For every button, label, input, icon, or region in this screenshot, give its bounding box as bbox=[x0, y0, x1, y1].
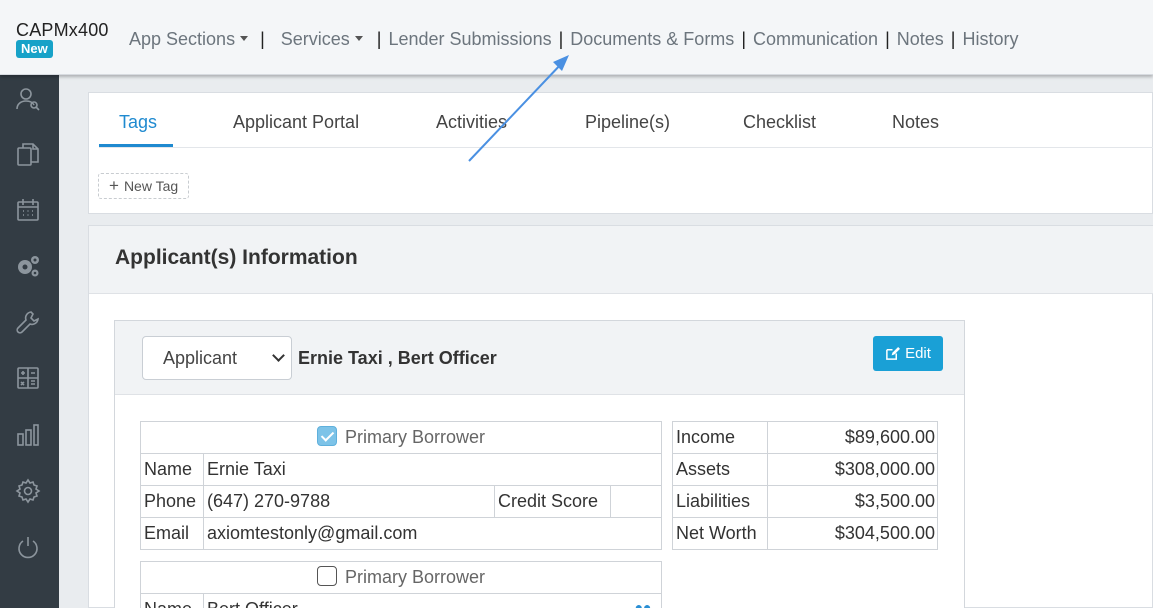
assets-value: $308,000.00 bbox=[767, 453, 938, 486]
name-label: Name bbox=[140, 593, 204, 608]
name-value: Bert Officer ●● bbox=[203, 593, 662, 608]
applicant-box: Applicant Ernie Taxi , Bert Officer Edit… bbox=[114, 320, 965, 608]
nav-communication[interactable]: Communication bbox=[753, 29, 878, 50]
wrench-icon[interactable] bbox=[13, 307, 43, 337]
phone-label: Phone bbox=[140, 485, 204, 518]
tabs-card: Tags Applicant Portal Activities Pipelin… bbox=[88, 92, 1153, 214]
applicant-select[interactable]: Applicant bbox=[142, 336, 292, 380]
financial-row: Assets $308,000.00 bbox=[672, 453, 938, 486]
new-badge: New bbox=[16, 40, 53, 58]
caret-down-icon bbox=[240, 35, 249, 41]
financial-row: Liabilities $3,500.00 bbox=[672, 485, 938, 518]
new-tag-button[interactable]: + New Tag bbox=[98, 173, 190, 199]
power-icon[interactable] bbox=[13, 532, 43, 562]
primary-borrower-checkbox[interactable] bbox=[316, 426, 337, 447]
calendar-icon[interactable] bbox=[13, 195, 43, 225]
edit-label: Edit bbox=[905, 345, 931, 362]
main-nav: App Sections | Services | Lender Submiss… bbox=[129, 29, 1018, 50]
nav-separator: | bbox=[558, 29, 564, 49]
nav-lender-submissions[interactable]: Lender Submissions bbox=[388, 29, 551, 50]
applicant-info-header: Applicant(s) Information bbox=[89, 226, 1153, 294]
financials-table: Income $89,600.00 Assets $308,000.00 Lia… bbox=[672, 421, 938, 550]
borrower-2-table: Primary Borrower Name Bert Officer ●● bbox=[140, 561, 662, 608]
gears-icon[interactable] bbox=[13, 251, 43, 281]
tab-activities[interactable]: Activities bbox=[436, 112, 507, 133]
brand[interactable]: CAPMx400 New bbox=[16, 20, 109, 58]
nav-services[interactable]: Services bbox=[281, 29, 363, 50]
net-worth-label: Net Worth bbox=[672, 517, 768, 550]
primary-borrower-label: Primary Borrower bbox=[344, 426, 486, 447]
nav-documents-forms[interactable]: Documents & Forms bbox=[570, 29, 734, 50]
nav-history[interactable]: History bbox=[962, 29, 1018, 50]
nav-separator: | bbox=[741, 29, 746, 49]
applicant-names: Ernie Taxi , Bert Officer bbox=[298, 348, 497, 368]
primary-borrower-checkbox[interactable] bbox=[316, 566, 337, 587]
nav-separator: | bbox=[950, 29, 956, 49]
income-label: Income bbox=[672, 421, 768, 454]
income-value: $89,600.00 bbox=[767, 421, 938, 454]
primary-borrower-label: Primary Borrower bbox=[344, 566, 486, 587]
documents-icon[interactable] bbox=[13, 139, 43, 169]
liabilities-value: $3,500.00 bbox=[767, 485, 938, 518]
email-label: Email bbox=[140, 517, 204, 550]
nav-separator: | bbox=[260, 29, 265, 49]
borrower-1-table: Primary Borrower Name Ernie Taxi Phone (… bbox=[140, 421, 662, 550]
applicant-select-value: Applicant bbox=[163, 347, 238, 368]
active-tab-indicator bbox=[99, 144, 173, 147]
nav-separator: | bbox=[376, 29, 382, 49]
new-tag-label: New Tag bbox=[123, 178, 179, 194]
people-icon[interactable]: ●● bbox=[635, 599, 652, 608]
applicant-info-card: Applicant(s) Information Applicant Ernie… bbox=[88, 225, 1153, 608]
borrower-2-name: Bert Officer bbox=[207, 599, 298, 608]
user-search-icon[interactable] bbox=[13, 84, 43, 114]
applicant-box-header: Applicant Ernie Taxi , Bert Officer Edit bbox=[115, 321, 964, 395]
edit-icon bbox=[886, 346, 901, 360]
nav-app-sections-label: App Sections bbox=[129, 29, 236, 49]
tab-tags[interactable]: Tags bbox=[119, 112, 157, 133]
tab-bar: Tags Applicant Portal Activities Pipelin… bbox=[99, 93, 1153, 148]
net-worth-value: $304,500.00 bbox=[767, 517, 938, 550]
caret-down-icon bbox=[354, 35, 363, 41]
plus-icon: + bbox=[109, 176, 119, 195]
name-label: Name bbox=[140, 453, 204, 486]
calculator-icon[interactable] bbox=[13, 363, 43, 393]
tab-notes[interactable]: Notes bbox=[892, 112, 939, 133]
edit-button[interactable]: Edit bbox=[873, 336, 943, 371]
bar-chart-icon[interactable] bbox=[13, 420, 43, 450]
tab-checklist[interactable]: Checklist bbox=[743, 112, 816, 133]
name-value: Ernie Taxi bbox=[203, 453, 662, 486]
phone-value: (647) 270-9788 bbox=[203, 485, 495, 518]
email-value: axiomtestonly@gmail.com bbox=[203, 517, 662, 550]
nav-app-sections[interactable]: App Sections bbox=[129, 29, 249, 50]
nav-separator: | bbox=[885, 29, 890, 49]
financial-row: Net Worth $304,500.00 bbox=[672, 517, 938, 550]
page-title: Applicant(s) Information bbox=[115, 246, 358, 269]
primary-borrower-cell: Primary Borrower bbox=[140, 561, 662, 594]
financial-row: Income $89,600.00 bbox=[672, 421, 938, 454]
brand-name: CAPMx400 bbox=[16, 20, 109, 40]
nav-services-label: Services bbox=[280, 29, 350, 49]
top-navbar: CAPMx400 New App Sections | Services | L… bbox=[0, 0, 1153, 75]
sidebar bbox=[0, 75, 59, 608]
settings-icon[interactable] bbox=[13, 476, 43, 506]
nav-notes[interactable]: Notes bbox=[897, 29, 944, 50]
tab-applicant-portal[interactable]: Applicant Portal bbox=[233, 112, 359, 133]
liabilities-label: Liabilities bbox=[672, 485, 768, 518]
credit-score-value bbox=[610, 485, 662, 518]
assets-label: Assets bbox=[672, 453, 768, 486]
tab-pipelines[interactable]: Pipeline(s) bbox=[585, 112, 670, 133]
chevron-down-icon bbox=[272, 349, 285, 362]
primary-borrower-cell: Primary Borrower bbox=[140, 421, 662, 454]
credit-score-label: Credit Score bbox=[494, 485, 611, 518]
